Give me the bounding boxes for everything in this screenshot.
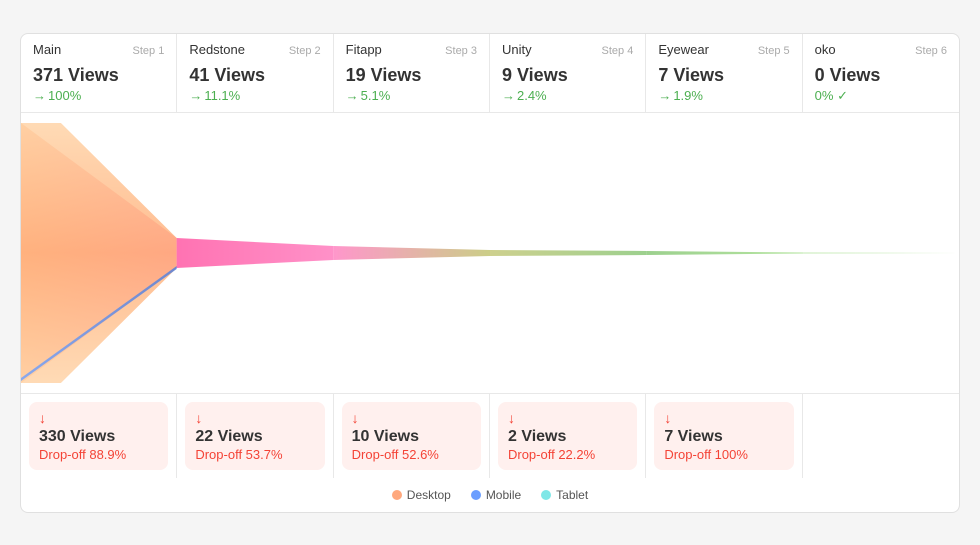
views-count-4: 9 Views [502,65,633,86]
dropoff-icon-2: ↓ [195,410,314,426]
dropoff-pct-5: Drop-off 100% [664,447,783,462]
col-stats-6: 0 Views 0% ✓ [803,61,959,112]
col-stats-4: 9 Views →2.4% [490,61,645,111]
dropoff-box-3: ↓ 10 Views Drop-off 52.6% [342,402,481,470]
funnel-chart: Main Step 1 371 Views →100% Redstone Ste… [20,33,960,513]
stats-grid: Main Step 1 371 Views →100% Redstone Ste… [21,34,959,113]
funnel-visualization [21,113,959,393]
mobile-dot [471,490,481,500]
tablet-label: Tablet [556,488,588,502]
legend-item-mobile: Mobile [471,488,521,502]
dropoff-box-4: ↓ 2 Views Drop-off 22.2% [498,402,637,470]
col-step-5: Step 5 [758,45,790,57]
col-name-5: Eyewear [658,42,709,57]
dropoff-views-4: 2 Views [508,428,627,446]
col-header-2: Redstone Step 2 [177,34,332,61]
views-count-6: 0 Views [815,65,947,86]
col-header-6: oko Step 6 [803,34,959,61]
dropoff-pct-1: Drop-off 88.9% [39,447,158,462]
dropoff-views-1: 330 Views [39,428,158,446]
dropoff-box-1: ↓ 330 Views Drop-off 88.9% [29,402,168,470]
dropoff-icon-5: ↓ [664,410,783,426]
col-header-5: Eyewear Step 5 [646,34,801,61]
legend-item-tablet: Tablet [541,488,588,502]
funnel-col-6: oko Step 6 0 Views 0% ✓ [803,34,959,112]
dropoff-pct-2: Drop-off 53.7% [195,447,314,462]
desktop-label: Desktop [407,488,451,502]
dropoff-col-3: ↓ 10 Views Drop-off 52.6% [334,394,490,478]
funnel-svg [21,113,959,393]
col-stats-5: 7 Views →1.9% [646,61,801,111]
funnel-shape-4 [490,250,647,256]
legend-item-desktop: Desktop [392,488,451,502]
views-count-2: 41 Views [189,65,320,86]
col-step-6: Step 6 [915,45,947,57]
col-stats-3: 19 Views →5.1% [334,61,489,111]
views-count-3: 19 Views [346,65,477,86]
funnel-shape-2 [177,238,334,268]
col-step-2: Step 2 [289,45,321,57]
pct-arrow-1: → [33,88,46,103]
funnel-col-2: Redstone Step 2 41 Views →11.1% [177,34,333,112]
funnel-shape-5 [647,251,804,255]
funnel-col-3: Fitapp Step 3 19 Views →5.1% [334,34,490,112]
dropoff-views-5: 7 Views [664,428,783,446]
desktop-dot [392,490,402,500]
col-name-2: Redstone [189,42,245,57]
col-header-1: Main Step 1 [21,34,176,61]
dropoff-box-2: ↓ 22 Views Drop-off 53.7% [185,402,324,470]
views-pct-4: →2.4% [502,88,633,103]
views-pct-5: →1.9% [658,88,789,103]
col-name-4: Unity [502,42,532,57]
dropoff-pct-3: Drop-off 52.6% [352,447,471,462]
dropoff-icon-1: ↓ [39,410,158,426]
col-step-4: Step 4 [602,45,634,57]
dropoff-col-5: ↓ 7 Views Drop-off 100% [646,394,802,478]
dropoff-col-1: ↓ 330 Views Drop-off 88.9% [21,394,177,478]
dropoff-col-2: ↓ 22 Views Drop-off 53.7% [177,394,333,478]
dropoff-col-4: ↓ 2 Views Drop-off 22.2% [490,394,646,478]
col-stats-2: 41 Views →11.1% [177,61,332,111]
col-header-4: Unity Step 4 [490,34,645,61]
funnel-fill-1 [21,123,177,383]
funnel-col-5: Eyewear Step 5 7 Views →1.9% [646,34,802,112]
dropoff-views-2: 22 Views [195,428,314,446]
col-step-3: Step 3 [445,45,477,57]
col-name-1: Main [33,42,61,57]
dropoff-icon-4: ↓ [508,410,627,426]
views-pct-6: 0% ✓ [815,88,947,104]
dropoff-pct-4: Drop-off 22.2% [508,447,627,462]
funnel-shape-3 [333,246,490,260]
funnel-col-4: Unity Step 4 9 Views →2.4% [490,34,646,112]
views-pct-2: →11.1% [189,88,320,103]
views-count-5: 7 Views [658,65,789,86]
chart-legend: Desktop Mobile Tablet [21,478,959,512]
col-step-1: Step 1 [133,45,165,57]
dropoff-views-3: 10 Views [352,428,471,446]
dropoff-col-6 [803,394,959,478]
views-pct-3: →5.1% [346,88,477,103]
views-pct-1: →100% [33,88,164,103]
mobile-label: Mobile [486,488,521,502]
views-count-1: 371 Views [33,65,164,86]
dropoff-box-5: ↓ 7 Views Drop-off 100% [654,402,793,470]
col-stats-1: 371 Views →100% [21,61,176,111]
funnel-shape-6 [803,252,959,253]
col-name-6: oko [815,42,836,57]
dropoff-grid: ↓ 330 Views Drop-off 88.9% ↓ 22 Views Dr… [21,393,959,478]
funnel-col-1: Main Step 1 371 Views →100% [21,34,177,112]
tablet-dot [541,490,551,500]
col-header-3: Fitapp Step 3 [334,34,489,61]
col-name-3: Fitapp [346,42,382,57]
dropoff-icon-3: ↓ [352,410,471,426]
